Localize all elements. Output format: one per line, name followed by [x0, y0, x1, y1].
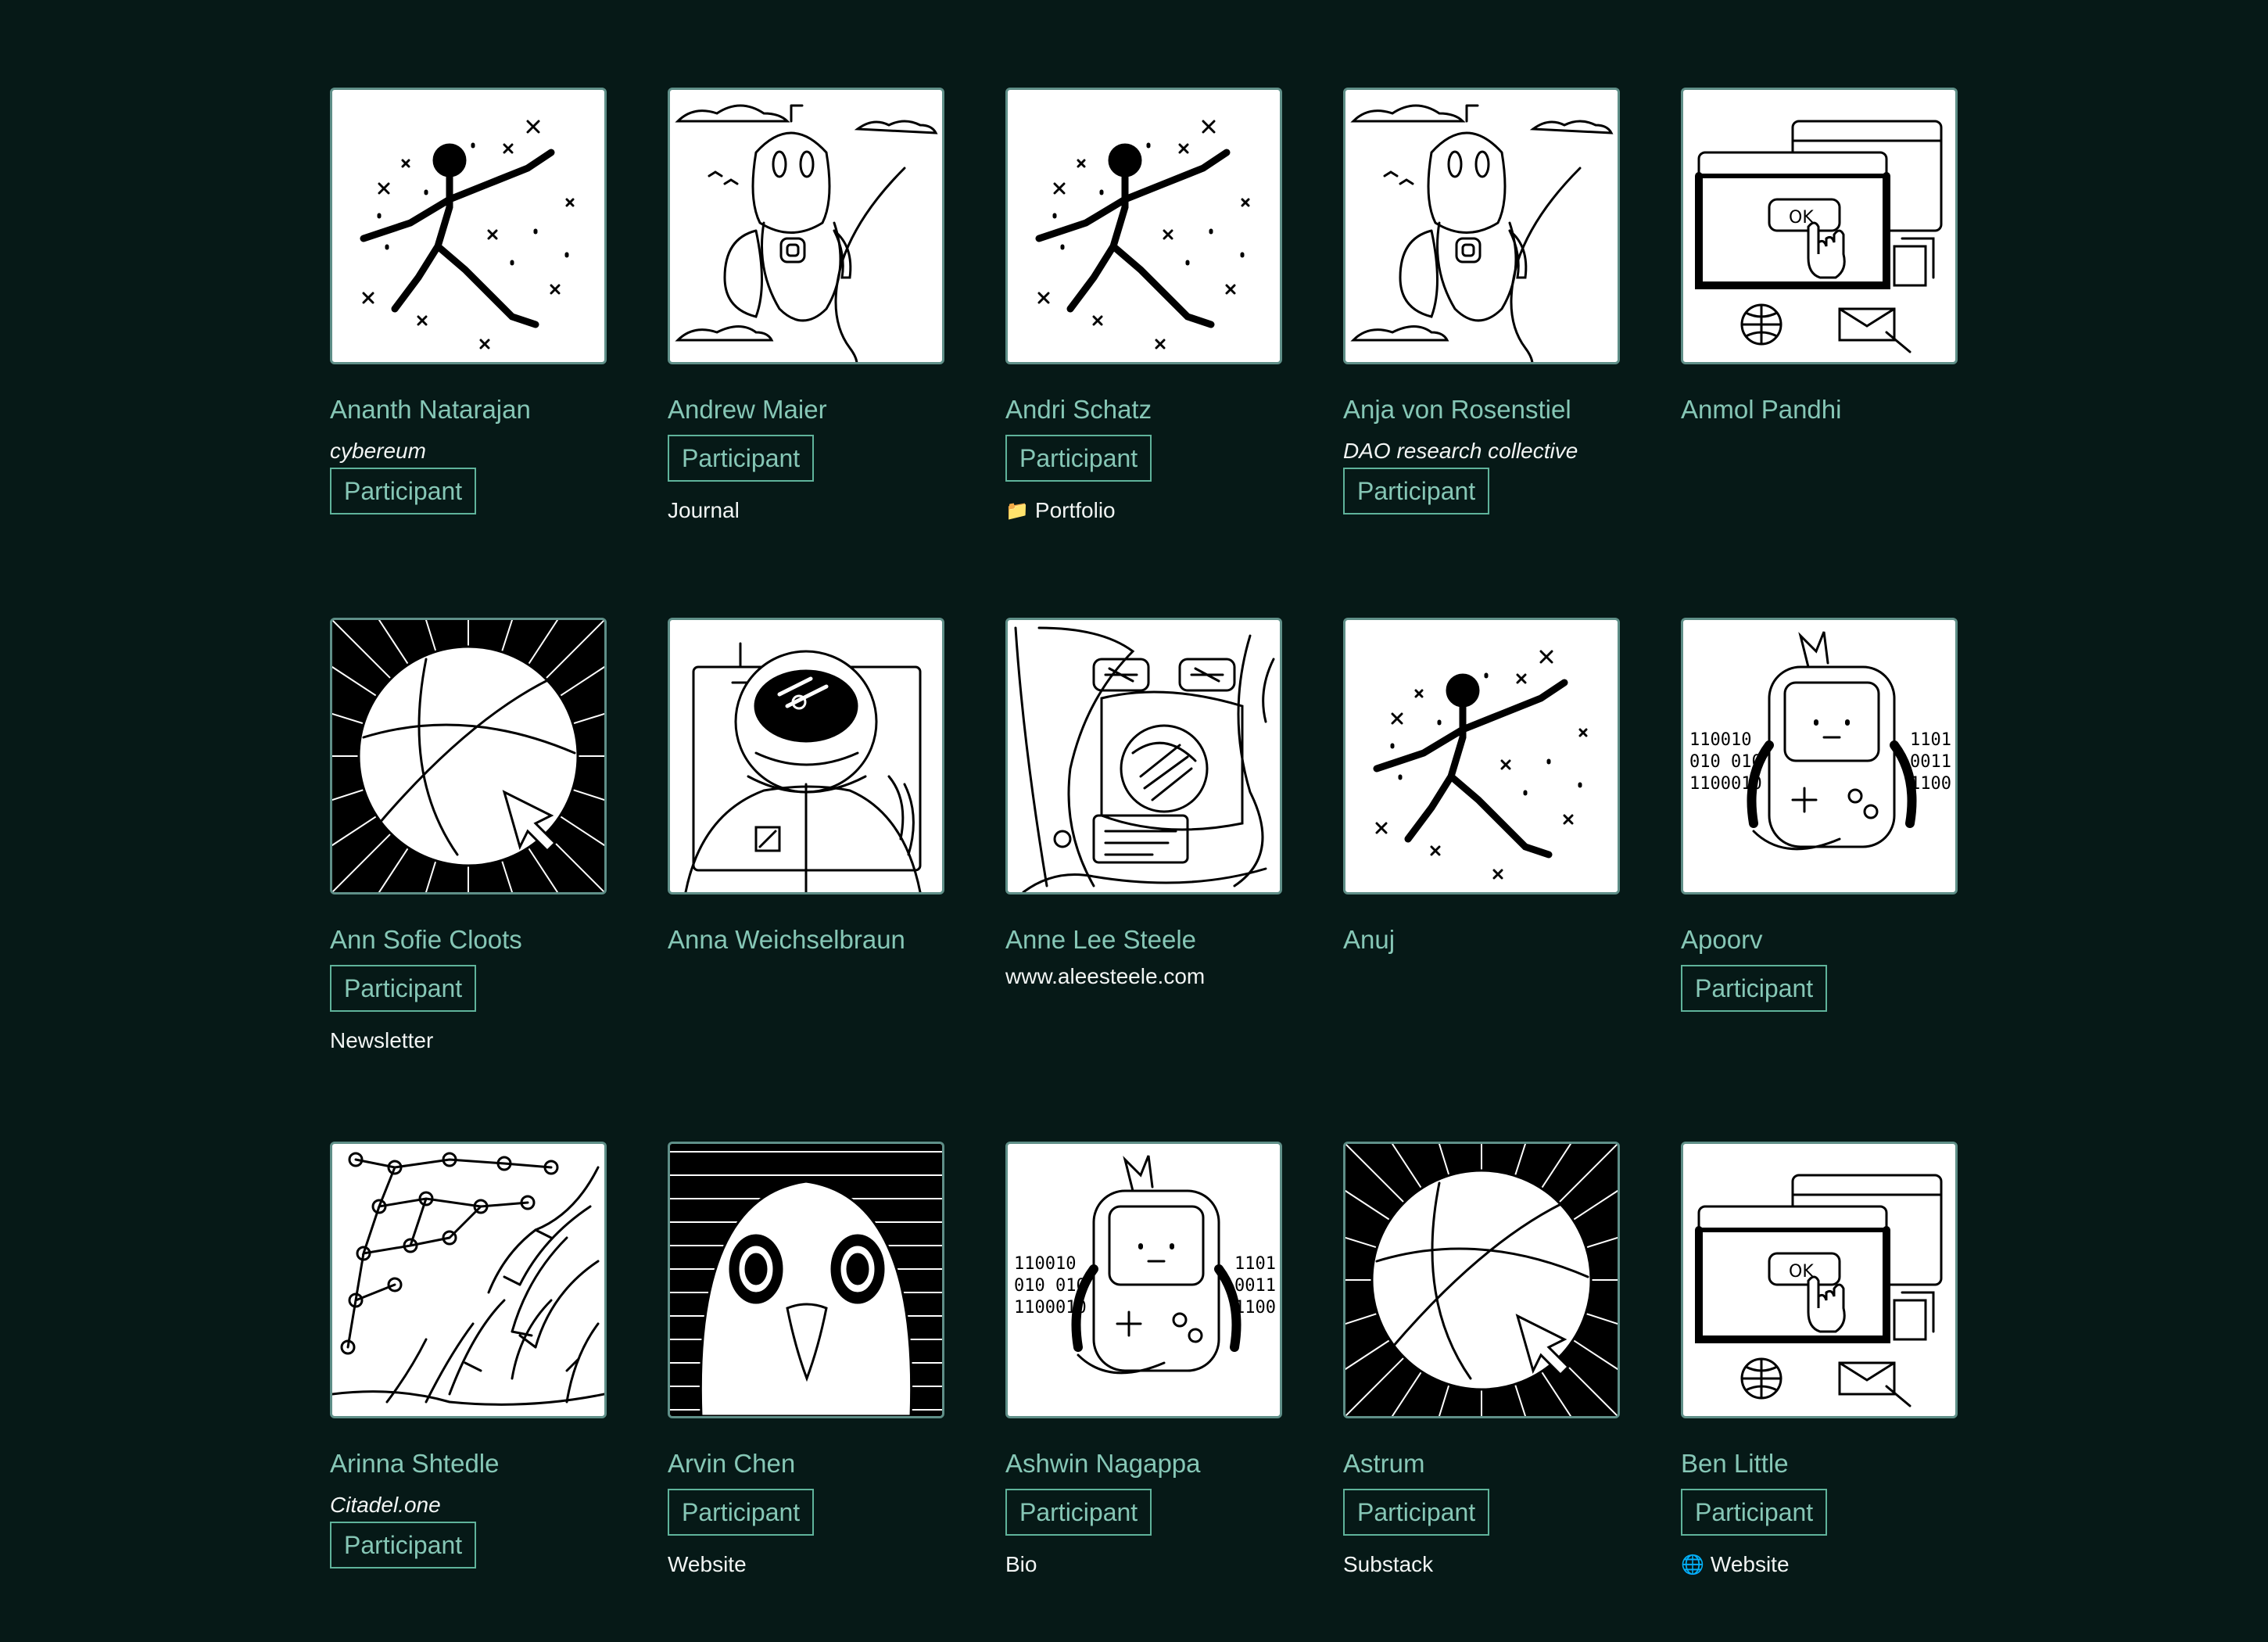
- participant-badge[interactable]: Participant: [668, 1489, 815, 1536]
- participant-link-label: Website: [668, 1552, 747, 1576]
- participant-name[interactable]: Andri Schatz: [1005, 394, 1152, 425]
- participant-name[interactable]: Ben Little: [1681, 1448, 1789, 1479]
- participant-link-label: Website: [1710, 1552, 1790, 1576]
- participant-link[interactable]: 🌐 Website: [1681, 1551, 1790, 1579]
- participant-badge[interactable]: Participant: [330, 468, 477, 514]
- participant-card: Arinna Shtedle Citadel.one Participant: [330, 1142, 611, 1569]
- astronaut-helmet-illustration: [670, 620, 942, 892]
- globe-cursor-illustration: [332, 620, 604, 892]
- participant-grid: Ananth Natarajan cybereum Participant Andre…: [0, 0, 2268, 1642]
- gameboy-character-illustration: [1683, 620, 1955, 892]
- participant-link-label: Journal: [668, 498, 740, 522]
- folder-icon: 📁: [1005, 500, 1029, 522]
- participant-name[interactable]: Anja von Rosenstiel: [1343, 394, 1571, 425]
- participant-link[interactable]: Journal: [668, 497, 740, 524]
- participant-link[interactable]: Bio: [1005, 1551, 1037, 1578]
- space-dancer-illustration: [1008, 90, 1280, 362]
- bird-face-illustration: [670, 1144, 942, 1416]
- participant-avatar[interactable]: [668, 1142, 944, 1418]
- participant-affiliation: cybereum: [330, 439, 426, 463]
- participant-avatar[interactable]: [330, 88, 607, 364]
- participant-link[interactable]: Website: [668, 1551, 747, 1578]
- participant-link-label: Portfolio: [1034, 498, 1116, 522]
- robot-astronaut-illustration: [1352, 104, 1613, 362]
- participant-card: Arvin Chen Participant Website: [668, 1142, 949, 1576]
- participant-badge[interactable]: Participant: [668, 435, 815, 482]
- participant-link[interactable]: 📁 Portfolio: [1005, 497, 1116, 525]
- browser-windows-illustration: [1683, 90, 1955, 362]
- participant-name[interactable]: Ashwin Nagappa: [1005, 1448, 1201, 1479]
- participant-card: Anja von Rosenstiel DAO research collecti…: [1343, 88, 1625, 514]
- participant-avatar[interactable]: [1005, 618, 1282, 894]
- participant-card: Anuj: [1343, 618, 1625, 954]
- participant-name[interactable]: Arinna Shtedle: [330, 1448, 499, 1479]
- participant-link[interactable]: www.aleesteele.com: [1005, 963, 1205, 990]
- participant-name[interactable]: Anne Lee Steele: [1005, 924, 1196, 955]
- space-dancer-illustration: [332, 90, 604, 362]
- participant-name[interactable]: Andrew Maier: [668, 394, 827, 425]
- participant-badge[interactable]: Participant: [1681, 1489, 1828, 1536]
- abstract-collage-illustration: [1014, 626, 1275, 892]
- participant-name[interactable]: Astrum: [1343, 1448, 1425, 1479]
- participant-link-label: Bio: [1005, 1552, 1037, 1576]
- participant-link-label: Newsletter: [330, 1028, 434, 1052]
- browser-windows-illustration: [1683, 1144, 1955, 1416]
- participant-link[interactable]: Newsletter: [330, 1027, 433, 1054]
- participant-card: Andrew Maier Participant Journal: [668, 88, 949, 522]
- participant-avatar[interactable]: [1005, 88, 1282, 364]
- participant-affiliation: DAO research collective: [1343, 439, 1578, 463]
- participant-name[interactable]: Anuj: [1343, 924, 1395, 955]
- participant-link[interactable]: Substack: [1343, 1551, 1433, 1578]
- participant-avatar[interactable]: [1681, 1142, 1958, 1418]
- participant-avatar[interactable]: [330, 618, 607, 894]
- participant-badge[interactable]: Participant: [330, 1522, 477, 1569]
- participant-name[interactable]: Anna Weichselbraun: [668, 924, 905, 955]
- participant-name[interactable]: Arvin Chen: [668, 1448, 795, 1479]
- participant-avatar[interactable]: [1005, 1142, 1282, 1418]
- participant-badge[interactable]: Participant: [1343, 468, 1490, 514]
- participant-avatar[interactable]: [1681, 88, 1958, 364]
- participant-card: Anmol Pandhi: [1681, 88, 1962, 424]
- globe-icon: 🌐: [1681, 1554, 1704, 1576]
- participant-avatar[interactable]: [1343, 1142, 1620, 1418]
- participant-badge[interactable]: Participant: [1681, 965, 1828, 1012]
- participant-card: Ben Little Participant 🌐 Website: [1681, 1142, 1962, 1576]
- participant-card: Anne Lee Steele www.aleesteele.com: [1005, 618, 1287, 988]
- participant-name[interactable]: Ananth Natarajan: [330, 394, 531, 425]
- participant-card: Ashwin Nagappa Participant Bio: [1005, 1142, 1287, 1576]
- participant-card: Apoorv Participant: [1681, 618, 1962, 1012]
- participant-avatar[interactable]: [1343, 88, 1620, 364]
- participant-affiliation: Citadel.one: [330, 1493, 441, 1517]
- participant-avatar[interactable]: [668, 88, 944, 364]
- participant-badge[interactable]: Participant: [1005, 1489, 1152, 1536]
- participant-name[interactable]: Apoorv: [1681, 924, 1763, 955]
- participant-avatar[interactable]: [668, 618, 944, 894]
- participant-link-label: www.aleesteele.com: [1005, 964, 1206, 988]
- participant-card: Astrum Participant Substack: [1343, 1142, 1625, 1576]
- participant-avatar[interactable]: [330, 1142, 607, 1418]
- network-roots-illustration: [332, 1152, 604, 1406]
- participant-link-label: Substack: [1343, 1552, 1434, 1576]
- participant-badge[interactable]: Participant: [330, 965, 477, 1012]
- participant-badge[interactable]: Participant: [1343, 1489, 1490, 1536]
- participant-card: Andri Schatz Participant 📁 Portfolio: [1005, 88, 1287, 522]
- robot-astronaut-illustration: [676, 104, 937, 362]
- participant-avatar[interactable]: [1681, 618, 1958, 894]
- participant-name[interactable]: Ann Sofie Cloots: [330, 924, 522, 955]
- globe-cursor-illustration: [1345, 1144, 1618, 1416]
- space-dancer-illustration: [1345, 620, 1618, 892]
- gameboy-character-illustration: [1008, 1144, 1280, 1416]
- participant-badge[interactable]: Participant: [1005, 435, 1152, 482]
- participant-card: Anna Weichselbraun: [668, 618, 949, 954]
- participant-card: Ananth Natarajan cybereum Participant: [330, 88, 611, 514]
- participant-card: Ann Sofie Cloots Participant Newsletter: [330, 618, 611, 1052]
- participant-name[interactable]: Anmol Pandhi: [1681, 394, 1841, 425]
- participant-avatar[interactable]: [1343, 618, 1620, 894]
